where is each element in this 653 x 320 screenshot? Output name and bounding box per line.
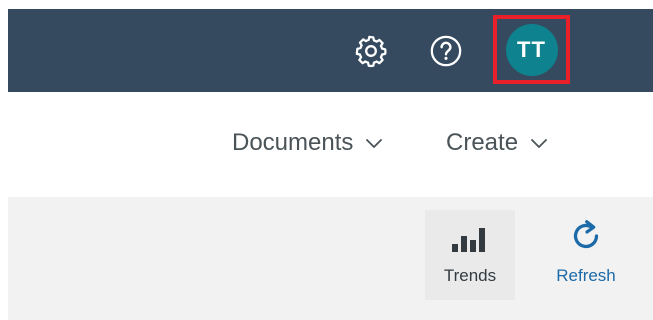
refresh-button[interactable]: Refresh <box>541 218 631 298</box>
refresh-label: Refresh <box>556 266 616 285</box>
help-button[interactable] <box>426 31 466 71</box>
help-icon <box>430 35 462 67</box>
trends-label: Trends <box>443 266 497 285</box>
create-menu-label: Create <box>446 129 519 156</box>
gear-icon <box>355 35 387 68</box>
trends-button[interactable]: Trends <box>425 210 515 300</box>
documents-menu[interactable]: Documents <box>232 127 383 159</box>
create-menu[interactable]: Create <box>446 127 548 159</box>
bar-chart-icon <box>450 218 490 254</box>
documents-menu-label: Documents <box>232 129 354 156</box>
refresh-icon <box>568 218 604 254</box>
chevron-down-icon <box>365 137 383 149</box>
settings-button[interactable] <box>351 31 391 71</box>
user-avatar[interactable]: TT <box>505 23 558 76</box>
chevron-down-icon <box>530 137 548 149</box>
page: TT Documents Create Trends Refresh <box>0 0 653 320</box>
top-header-bar: TT <box>8 9 653 92</box>
avatar-highlight-frame: TT <box>493 15 570 84</box>
